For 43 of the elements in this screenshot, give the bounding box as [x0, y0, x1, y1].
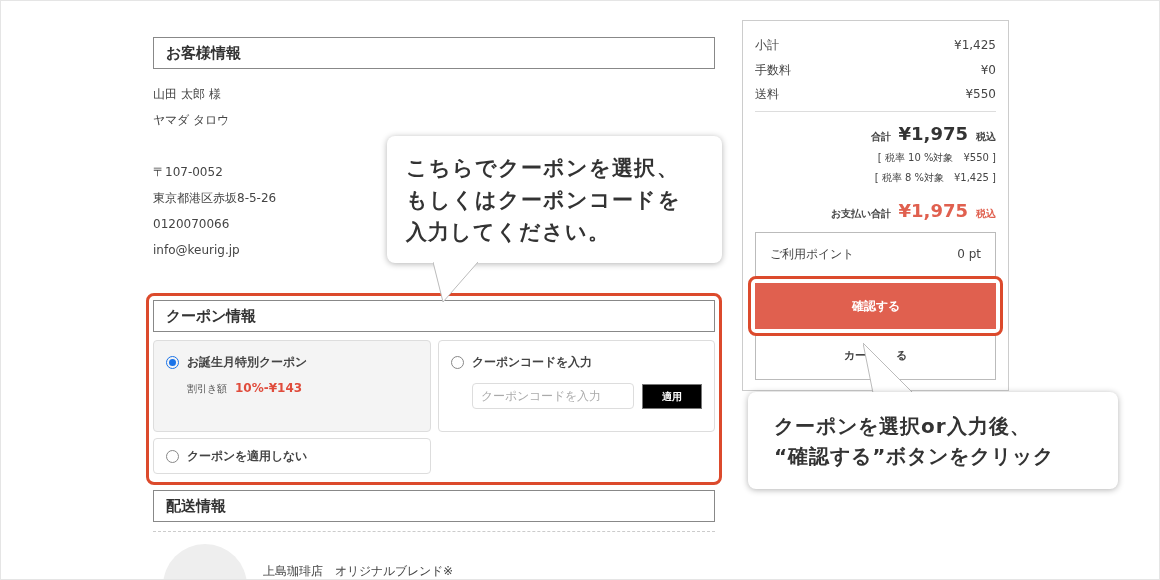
option-label: クーポンコードを入力: [471, 354, 592, 371]
radio-button[interactable]: [166, 449, 179, 463]
summary-label: 送料: [755, 86, 779, 104]
summary-label: 小計: [755, 37, 779, 55]
option-label: クーポンを適用しない: [187, 448, 307, 465]
coupon-card[interactable]: お誕生月特別クーポン 割引き額 10%-¥143: [153, 340, 431, 432]
discount-value: 10%-¥143: [235, 380, 303, 397]
radio-button[interactable]: [450, 355, 464, 369]
coupon-card[interactable]: クーポンコードを入力 クーポンコードを入力 適用: [437, 340, 715, 432]
tax-note: 税込: [976, 129, 996, 144]
tax-note: 税込: [976, 206, 996, 221]
confirm-button[interactable]: 確認する: [755, 282, 996, 329]
customer-text: 山田 太郎 様: [153, 86, 221, 103]
button-text: カー: [844, 348, 866, 365]
total-value: ¥1,975: [898, 121, 968, 146]
payment-total-label: お支払い合計: [830, 206, 891, 221]
summary-value: ¥1,425: [954, 37, 996, 55]
discount-label: 割引き額: [187, 381, 227, 396]
customer-text: ヤマダ タロウ: [153, 112, 229, 129]
section-heading: クーポン情報: [153, 300, 715, 332]
points-value: 0 pt: [957, 246, 981, 263]
payment-total-value: ¥1,975: [898, 198, 968, 223]
total-label: 合計: [870, 129, 891, 144]
product-name: 上島珈琲店 オリジナルブレンド※: [263, 563, 454, 579]
customer-text: info@keurig.jp: [153, 242, 240, 259]
section-heading: お客様情報: [153, 37, 715, 69]
summary-value: ¥550: [965, 86, 996, 104]
callout-text: こちらでクーポンを選択、 もしくはクーポンコードを 入力してください。: [406, 154, 681, 246]
section-heading: 配送情報: [153, 490, 715, 522]
points-label: ご利用ポイント: [770, 246, 854, 263]
option-label: お誕生月特別クーポン: [187, 354, 307, 371]
customer-text: 東京都港区赤坂8-5-26: [153, 190, 277, 207]
tax-breakdown: [ 税率 8 %対象 ¥1,425 ]: [874, 170, 996, 185]
summary-label: 手数料: [755, 61, 791, 79]
button-text: る: [896, 348, 907, 365]
coupon-code-field[interactable]: クーポンコードを入力: [471, 383, 634, 409]
coupon-card[interactable]: クーポンを適用しない: [153, 438, 431, 474]
customer-text: 0120070066: [153, 216, 230, 233]
callout-text: クーポンを選択or入力後、 “確認する”ボタンをクリック: [774, 412, 1055, 470]
customer-text: 〒107-0052: [153, 164, 223, 181]
summary-value: ¥0: [980, 61, 996, 79]
apply-button[interactable]: 適用: [641, 383, 702, 409]
tax-breakdown: [ 税率 10 %対象 ¥550 ]: [877, 150, 996, 165]
